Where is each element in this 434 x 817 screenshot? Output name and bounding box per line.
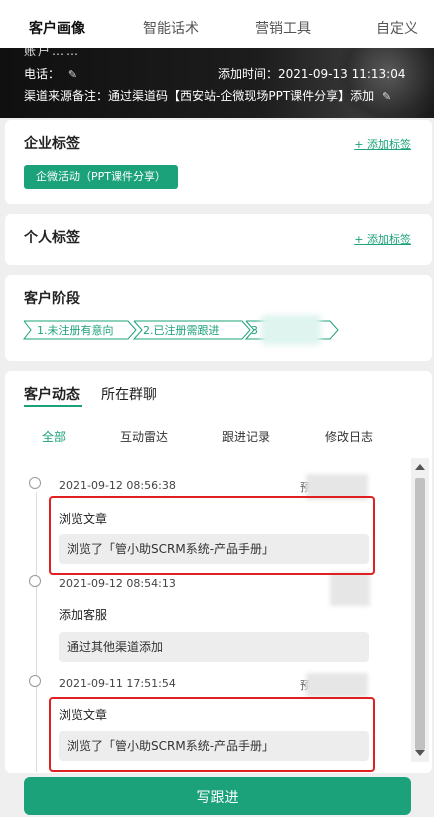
scroll-down-arrow-icon[interactable] bbox=[415, 750, 425, 756]
event-time: 2021-09-11 17:51:54 bbox=[59, 677, 176, 690]
tab-customer-profile[interactable]: 客户画像 bbox=[29, 18, 85, 38]
personal-tags-card: 个人标签 + 添加标签 bbox=[5, 214, 432, 265]
channel-note-row: 渠道来源备注：通过渠道码【西安站-企微现场PPT课件分享】添加 ✎ bbox=[24, 87, 391, 104]
channel-note-value: 通过渠道码【西安站-企微现场PPT课件分享】添加 bbox=[108, 89, 375, 103]
filter-follow-up[interactable]: 跟进记录 bbox=[222, 428, 270, 445]
filter-all[interactable]: 全部 bbox=[42, 428, 66, 445]
channel-note-label: 渠道来源备注： bbox=[24, 89, 109, 103]
pencil-icon[interactable]: ✎ bbox=[382, 90, 391, 103]
phone-label: 电话： bbox=[24, 67, 61, 81]
scroll-up-arrow-icon[interactable] bbox=[415, 464, 425, 470]
added-time-value: 2021-09-13 11:13:04 bbox=[278, 67, 406, 81]
stage-step-2[interactable]: 2.已注册需跟进 bbox=[143, 322, 220, 339]
added-time-row: 添加时间：2021-09-13 11:13:04 bbox=[218, 65, 405, 82]
header-decoration bbox=[334, 48, 434, 118]
event-title: 添加客服 bbox=[59, 608, 108, 622]
added-time-label: 添加时间： bbox=[218, 67, 279, 81]
customer-header: 账户…… 电话： ✎ 添加时间：2021-09-13 11:13:04 渠道来源… bbox=[0, 48, 434, 118]
event-detail[interactable]: 通过其他渠道添加 bbox=[59, 632, 369, 662]
highlight-box bbox=[49, 697, 375, 772]
pencil-icon[interactable]: ✎ bbox=[68, 68, 77, 81]
stage-step-1[interactable]: 1.未注册有意向 bbox=[37, 322, 114, 339]
timeline-dot bbox=[29, 477, 41, 489]
timeline-dot bbox=[29, 675, 41, 687]
stage-step-3[interactable]: 3 bbox=[251, 322, 258, 339]
timeline-line bbox=[36, 492, 37, 772]
event-time: 2021-09-12 08:54:13 bbox=[59, 577, 176, 590]
stage-blurred-region bbox=[261, 315, 321, 345]
add-personal-tag-link[interactable]: + 添加标签 bbox=[354, 231, 411, 247]
write-follow-up-button[interactable]: 写跟进 bbox=[24, 777, 411, 815]
customer-stage-title: 客户阶段 bbox=[24, 291, 80, 307]
customer-stage-card: 客户阶段 1.未注册有意向 2.已注册需跟进 3 bbox=[5, 275, 432, 361]
tab-group-chats[interactable]: 所在群聊 bbox=[101, 384, 157, 404]
company-tag-chip[interactable]: 企微活动（PPT课件分享） bbox=[24, 165, 178, 189]
tab-smart-scripts[interactable]: 智能话术 bbox=[143, 18, 199, 38]
personal-tags-title: 个人标签 bbox=[24, 230, 80, 246]
scrollbar-thumb[interactable] bbox=[415, 478, 425, 750]
filter-change-log[interactable]: 修改日志 bbox=[325, 428, 373, 445]
event-time: 2021-09-12 08:56:38 bbox=[59, 479, 176, 492]
timeline-scrollbar[interactable] bbox=[411, 458, 429, 762]
header-cut-text: 账户…… bbox=[24, 48, 81, 58]
company-tags-title: 企业标签 bbox=[24, 136, 80, 152]
tab-marketing-tools[interactable]: 营销工具 bbox=[255, 18, 311, 38]
tab-customer-activity[interactable]: 客户动态 bbox=[24, 384, 80, 404]
tab-custom[interactable]: 自定义 bbox=[376, 18, 418, 38]
phone-row: 电话： ✎ bbox=[24, 65, 77, 82]
blurred-region bbox=[306, 673, 368, 697]
filter-interaction-radar[interactable]: 互动雷达 bbox=[120, 428, 168, 445]
timeline-dot bbox=[29, 575, 41, 587]
add-company-tag-link[interactable]: + 添加标签 bbox=[354, 136, 411, 152]
active-tab-underline bbox=[24, 405, 82, 407]
blurred-region bbox=[330, 572, 370, 606]
highlight-box bbox=[49, 496, 375, 575]
top-tab-bar: 客户画像 智能话术 营销工具 自定义 bbox=[0, 0, 434, 48]
company-tags-card: 企业标签 + 添加标签 企微活动（PPT课件分享） bbox=[5, 120, 432, 204]
